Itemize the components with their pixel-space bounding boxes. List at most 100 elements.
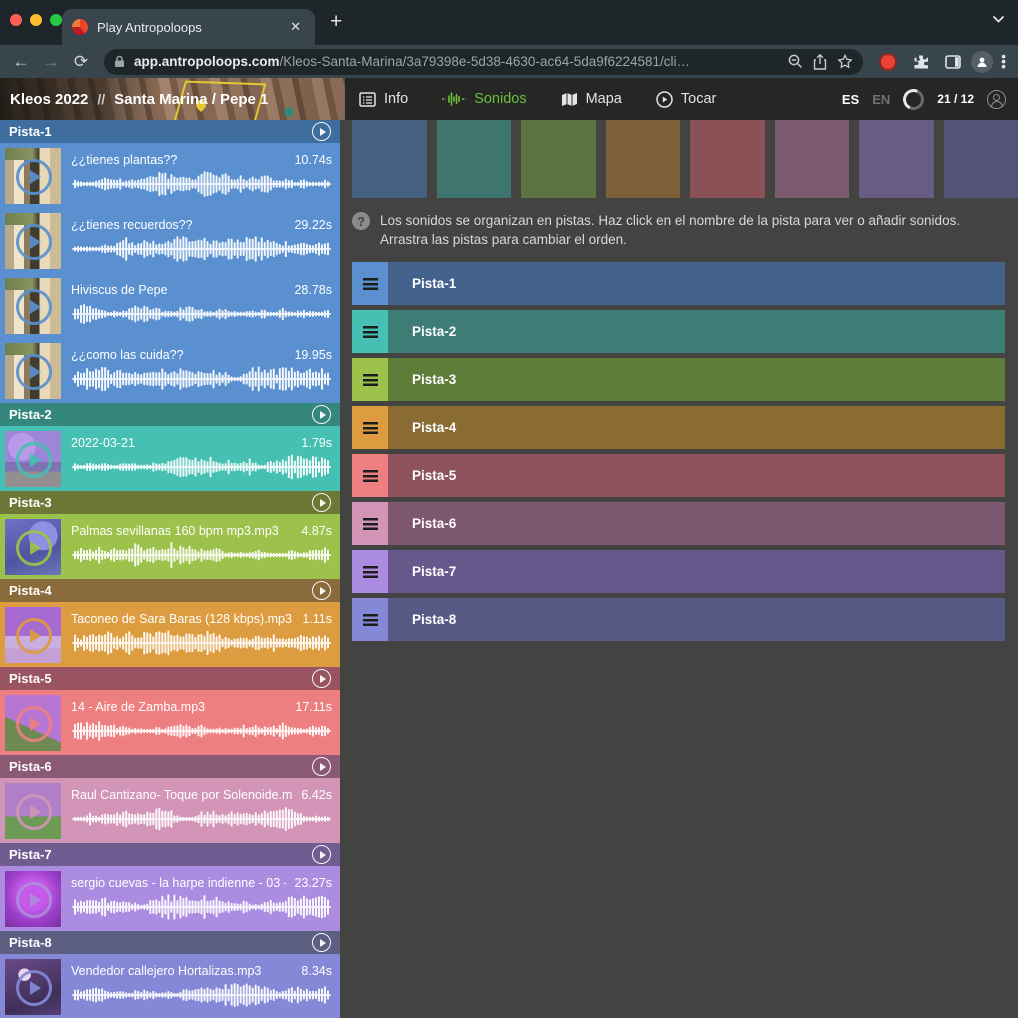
clip-thumbnail[interactable] (5, 213, 61, 269)
drag-handle[interactable] (352, 454, 388, 497)
track-play-icon[interactable] (312, 122, 331, 141)
clip-item[interactable]: sergio cuevas - la harpe indienne - 03 -… (0, 866, 340, 931)
clip-play-icon[interactable] (16, 618, 52, 654)
track-play-icon[interactable] (312, 493, 331, 512)
sidebar-track-header[interactable]: Pista-1 (0, 120, 340, 143)
track-row[interactable]: Pista-8 (352, 598, 1005, 641)
new-tab-button[interactable]: + (330, 12, 342, 32)
drag-handle[interactable] (352, 550, 388, 593)
bookmark-star-icon[interactable] (837, 54, 853, 69)
clip-thumbnail[interactable] (5, 148, 61, 204)
track-row-bar[interactable]: Pista-5 (388, 454, 1005, 497)
clip-play-icon[interactable] (16, 530, 52, 566)
breadcrumb-title[interactable]: Santa Marina / Pepe 1 (114, 91, 268, 108)
sidebar-track-header[interactable]: Pista-2 (0, 403, 340, 426)
account-icon[interactable] (987, 90, 1006, 109)
track-row[interactable]: Pista-2 (352, 310, 1005, 353)
clip-item[interactable]: ¿¿tienes plantas??10.74s (0, 143, 340, 208)
track-row[interactable]: Pista-3 (352, 358, 1005, 401)
clip-item[interactable]: Taconeo de Sara Baras (128 kbps).mp31.11… (0, 602, 340, 667)
clip-thumbnail[interactable] (5, 871, 61, 927)
window-controls[interactable] (10, 14, 62, 26)
clip-play-icon[interactable] (16, 442, 52, 478)
clip-item[interactable]: 2022-03-211.79s (0, 426, 340, 491)
tab-mapa[interactable]: Mapa (561, 91, 622, 107)
clip-thumbnail[interactable] (5, 695, 61, 751)
clip-item[interactable]: Hiviscus de Pepe28.78s (0, 273, 340, 338)
clip-item[interactable]: Raul Cantizano- Toque por Solenoide.mp36… (0, 778, 340, 843)
clip-thumbnail[interactable] (5, 343, 61, 399)
track-play-icon[interactable] (312, 933, 331, 952)
clip-play-icon[interactable] (16, 159, 52, 195)
track-row[interactable]: Pista-7 (352, 550, 1005, 593)
browser-profile-avatar[interactable] (971, 51, 993, 73)
tab-search-chevron-icon[interactable] (993, 16, 1004, 23)
window-zoom-button[interactable] (50, 14, 62, 26)
breadcrumb-project[interactable]: Kleos 2022 (10, 91, 88, 108)
track-row-bar[interactable]: Pista-6 (388, 502, 1005, 545)
clip-play-icon[interactable] (16, 706, 52, 742)
clip-thumbnail[interactable] (5, 278, 61, 334)
clip-play-icon[interactable] (16, 354, 52, 390)
clip-thumbnail[interactable] (5, 959, 61, 1015)
browser-tab[interactable]: Play Antropoloops ✕ (62, 9, 315, 45)
track-row-bar[interactable]: Pista-8 (388, 598, 1005, 641)
sidebar-track-header[interactable]: Pista-7 (0, 843, 340, 866)
clip-item[interactable]: ¿¿tienes recuerdos??29.22s (0, 208, 340, 273)
track-play-icon[interactable] (312, 405, 331, 424)
address-bar[interactable]: app.antropoloops.com /Kleos-Santa-Marina… (104, 49, 863, 75)
clip-play-icon[interactable] (16, 289, 52, 325)
sidebar-track-header[interactable]: Pista-5 (0, 667, 340, 690)
sidebar-track-header[interactable]: Pista-3 (0, 491, 340, 514)
tab-info[interactable]: Info (359, 91, 408, 107)
extensions-puzzle-icon[interactable] (913, 54, 929, 70)
side-panel-icon[interactable] (945, 55, 961, 69)
lang-es-button[interactable]: ES (842, 92, 859, 107)
sidebar-track-header[interactable]: Pista-8 (0, 931, 340, 954)
clip-thumbnail[interactable] (5, 607, 61, 663)
track-row-bar[interactable]: Pista-3 (388, 358, 1005, 401)
drag-handle[interactable] (352, 310, 388, 353)
clip-item[interactable]: Vendedor callejero Hortalizas.mp38.34s (0, 954, 340, 1018)
track-play-icon[interactable] (312, 845, 331, 864)
track-row-bar[interactable]: Pista-1 (388, 262, 1005, 305)
drag-handle[interactable] (352, 598, 388, 641)
record-extension-icon[interactable] (879, 53, 897, 71)
track-row[interactable]: Pista-6 (352, 502, 1005, 545)
sidebar-track-header[interactable]: Pista-6 (0, 755, 340, 778)
clip-play-icon[interactable] (16, 794, 52, 830)
track-row[interactable]: Pista-1 (352, 262, 1005, 305)
track-row-bar[interactable]: Pista-4 (388, 406, 1005, 449)
sidebar-track-header[interactable]: Pista-4 (0, 579, 340, 602)
clip-item[interactable]: 14 - Aire de Zamba.mp317.11s (0, 690, 340, 755)
drag-handle[interactable] (352, 502, 388, 545)
tab-close-icon[interactable]: ✕ (286, 17, 305, 37)
lang-en-button[interactable]: EN (872, 92, 890, 107)
track-play-icon[interactable] (312, 757, 331, 776)
clip-thumbnail[interactable] (5, 783, 61, 839)
track-play-icon[interactable] (312, 669, 331, 688)
clip-play-icon[interactable] (16, 882, 52, 918)
track-row[interactable]: Pista-4 (352, 406, 1005, 449)
share-icon[interactable] (813, 54, 827, 70)
zoom-page-icon[interactable] (788, 54, 803, 69)
drag-handle[interactable] (352, 358, 388, 401)
tab-sonidos[interactable]: Sonidos (442, 91, 526, 107)
track-row[interactable]: Pista-5 (352, 454, 1005, 497)
browser-menu-icon[interactable]: ••• (1001, 54, 1006, 69)
track-play-icon[interactable] (312, 581, 331, 600)
track-row-bar[interactable]: Pista-2 (388, 310, 1005, 353)
back-button[interactable]: ← (8, 52, 34, 72)
clip-thumbnail[interactable] (5, 519, 61, 575)
window-minimize-button[interactable] (30, 14, 42, 26)
clip-play-icon[interactable] (16, 224, 52, 260)
clip-item[interactable]: Palmas sevillanas 160 bpm mp3.mp34.87s (0, 514, 340, 579)
track-row-bar[interactable]: Pista-7 (388, 550, 1005, 593)
drag-handle[interactable] (352, 262, 388, 305)
window-close-button[interactable] (10, 14, 22, 26)
clip-thumbnail[interactable] (5, 431, 61, 487)
clip-item[interactable]: ¿¿como las cuida??19.95s (0, 338, 340, 403)
tab-tocar[interactable]: Tocar (656, 91, 716, 108)
drag-handle[interactable] (352, 406, 388, 449)
forward-button[interactable]: → (38, 52, 64, 72)
